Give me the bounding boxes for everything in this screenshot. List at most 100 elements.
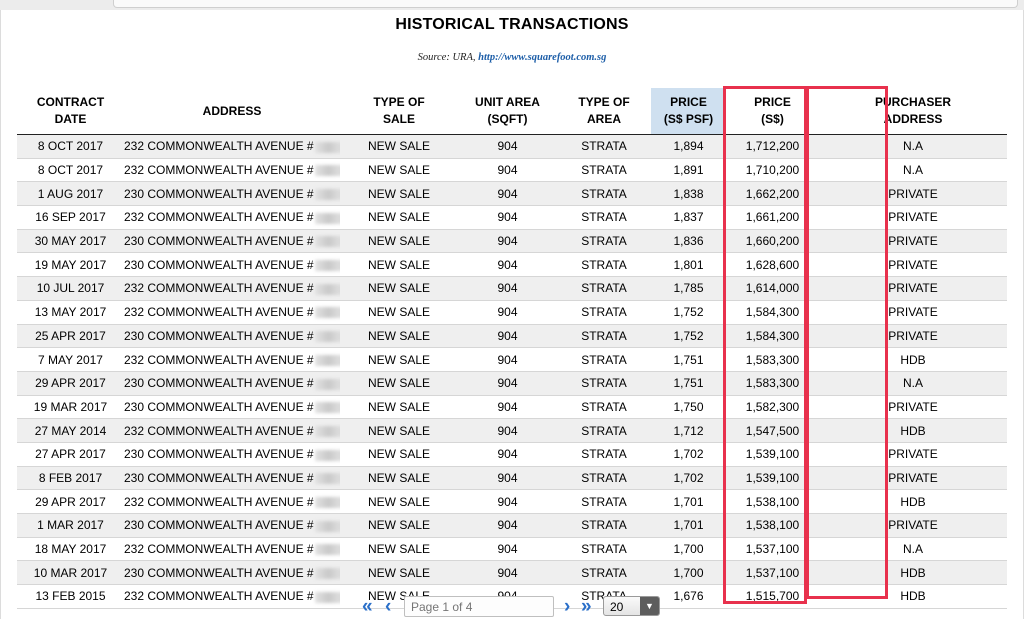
cell-price-psf: 1,752 — [651, 324, 726, 349]
header-type-of-area[interactable]: TYPE OF AREA — [557, 88, 651, 135]
cell-text: PRIVATE — [888, 399, 938, 414]
header-unit-area[interactable]: UNIT AREA (SQFT) — [458, 88, 557, 135]
cell-price-psf: 1,701 — [651, 489, 726, 514]
cell-text: 904 — [497, 210, 518, 225]
cell-text: NEW SALE — [367, 470, 430, 485]
redacted-unit-number — [314, 165, 340, 177]
double-chevron-right-icon[interactable]: » — [581, 597, 592, 617]
cell-address: 232 COMMONWEALTH AVENUE # — [124, 418, 340, 443]
cell-address: 230 COMMONWEALTH AVENUE # — [124, 252, 340, 278]
cell-text: 1,628,600 — [745, 257, 800, 272]
cell-type-of-sale: NEW SALE — [340, 442, 458, 467]
cell-purchaser-address: PRIVATE — [819, 205, 1007, 230]
header-line: (SQFT) — [487, 112, 528, 126]
transactions-table: CONTRACT DATE ADDRESS TYPE OF SALE UNIT AREA (… — [17, 88, 1007, 609]
cell-type-of-sale: NEW SALE — [340, 371, 458, 396]
cell-text: 8 FEB 2017 — [38, 470, 103, 485]
page-input[interactable] — [404, 596, 554, 617]
cell-text: 1,785 — [673, 281, 704, 296]
cell-contract-date: 7 MAY 2017 — [17, 347, 124, 372]
cell-text: NEW SALE — [367, 494, 430, 509]
chevron-left-icon[interactable]: ‹ — [385, 597, 391, 617]
cell-type-of-area: STRATA — [557, 252, 651, 278]
cell-purchaser-address: PRIVATE — [819, 513, 1007, 538]
header-price-psf[interactable]: PRICE (S$ PSF) — [651, 88, 726, 135]
cell-text: 904 — [497, 542, 518, 557]
header-line: PRICE — [670, 95, 707, 109]
cell-text: 1,583,300 — [745, 376, 800, 391]
cell-price: 1,539,100 — [726, 466, 819, 491]
cell-text: 1,837 — [673, 210, 704, 225]
cell-purchaser-address: PRIVATE — [819, 181, 1007, 207]
cell-purchaser-address: PRIVATE — [819, 324, 1007, 349]
cell-purchaser-address: N.A — [819, 537, 1007, 562]
cell-price: 1,712,200 — [726, 134, 819, 159]
cell-text: 904 — [497, 352, 518, 367]
cell-text: 1,752 — [673, 328, 704, 343]
cell-text: 25 APR 2017 — [35, 328, 106, 343]
header-price[interactable]: PRICE (S$) — [726, 88, 819, 135]
cell-unit-area: 904 — [458, 466, 557, 491]
cell-text: 1,836 — [673, 234, 704, 249]
cell-text: 1,584,300 — [745, 305, 800, 320]
cell-text: STRATA — [581, 565, 627, 580]
header-purchaser-address[interactable]: PURCHASER ADDRESS — [819, 88, 1007, 135]
cell-price-psf: 1,891 — [651, 158, 726, 183]
table-row: 29 APR 2017 232 COMMONWEALTH AVENUE # NEW … — [17, 489, 1007, 514]
cell-address: 232 COMMONWEALTH AVENUE # — [124, 489, 340, 514]
chevron-right-icon[interactable]: › — [564, 597, 570, 617]
cell-unit-area: 904 — [458, 134, 557, 159]
cell-type-of-area: STRATA — [557, 560, 651, 586]
cell-text: 1,702 — [673, 447, 704, 462]
cell-text: 904 — [497, 376, 518, 391]
cell-text: NEW SALE — [367, 423, 430, 438]
cell-purchaser-address: N.A — [819, 134, 1007, 159]
header-line: (S$ PSF) — [663, 112, 714, 126]
cell-text: NEW SALE — [367, 139, 430, 154]
header-address[interactable]: ADDRESS — [124, 88, 340, 135]
cell-text: STRATA — [581, 376, 627, 391]
page-size-select[interactable]: 20 ▼ — [603, 596, 660, 616]
cell-type-of-area: STRATA — [557, 181, 651, 207]
cell-text: 1,539,100 — [745, 447, 800, 462]
redacted-unit-number — [314, 402, 340, 414]
cell-type-of-area: STRATA — [557, 418, 651, 443]
cell-contract-date: 25 APR 2017 — [17, 324, 124, 349]
cell-text: 230 COMMONWEALTH AVENUE # — [124, 376, 314, 391]
cell-contract-date: 29 APR 2017 — [17, 371, 124, 396]
cell-contract-date: 27 MAY 2014 — [17, 418, 124, 443]
table-row: 27 APR 2017 230 COMMONWEALTH AVENUE # NEW … — [17, 442, 1007, 467]
cell-unit-area: 904 — [458, 347, 557, 372]
cell-text: HDB — [900, 352, 926, 367]
cell-contract-date: 16 SEP 2017 — [17, 205, 124, 230]
double-chevron-left-icon[interactable]: « — [362, 597, 373, 617]
redacted-unit-number — [314, 260, 340, 272]
cell-contract-date: 13 MAY 2017 — [17, 300, 124, 325]
cell-address: 230 COMMONWEALTH AVENUE # — [124, 371, 340, 396]
cell-text: 904 — [497, 305, 518, 320]
redacted-unit-number — [314, 425, 340, 437]
cell-text: 230 COMMONWEALTH AVENUE # — [124, 257, 314, 272]
cell-text: 904 — [497, 565, 518, 580]
cell-address: 232 COMMONWEALTH AVENUE # — [124, 134, 340, 159]
cell-text: STRATA — [581, 470, 627, 485]
redacted-unit-number — [314, 449, 340, 461]
header-contract-date[interactable]: CONTRACT DATE — [17, 88, 124, 135]
header-line: TYPE OF — [578, 95, 630, 109]
cell-type-of-area: STRATA — [557, 300, 651, 325]
cell-unit-area: 904 — [458, 324, 557, 349]
cell-type-of-area: STRATA — [557, 229, 651, 254]
cell-text: NEW SALE — [367, 565, 430, 580]
cell-text: NEW SALE — [367, 447, 430, 462]
source-link[interactable]: http://www.squarefoot.com.sg — [478, 52, 606, 63]
cell-type-of-area: STRATA — [557, 489, 651, 514]
table-header-row: CONTRACT DATE ADDRESS TYPE OF SALE UNIT AREA (… — [17, 88, 1007, 135]
redacted-unit-number — [314, 378, 340, 390]
cell-text: N.A — [902, 376, 923, 391]
cell-type-of-sale: NEW SALE — [340, 560, 458, 586]
cell-text: 1,537,100 — [745, 565, 800, 580]
cell-unit-area: 904 — [458, 205, 557, 230]
header-type-of-sale[interactable]: TYPE OF SALE — [340, 88, 458, 135]
redacted-unit-number — [314, 283, 340, 295]
header-line: AREA — [586, 112, 621, 126]
